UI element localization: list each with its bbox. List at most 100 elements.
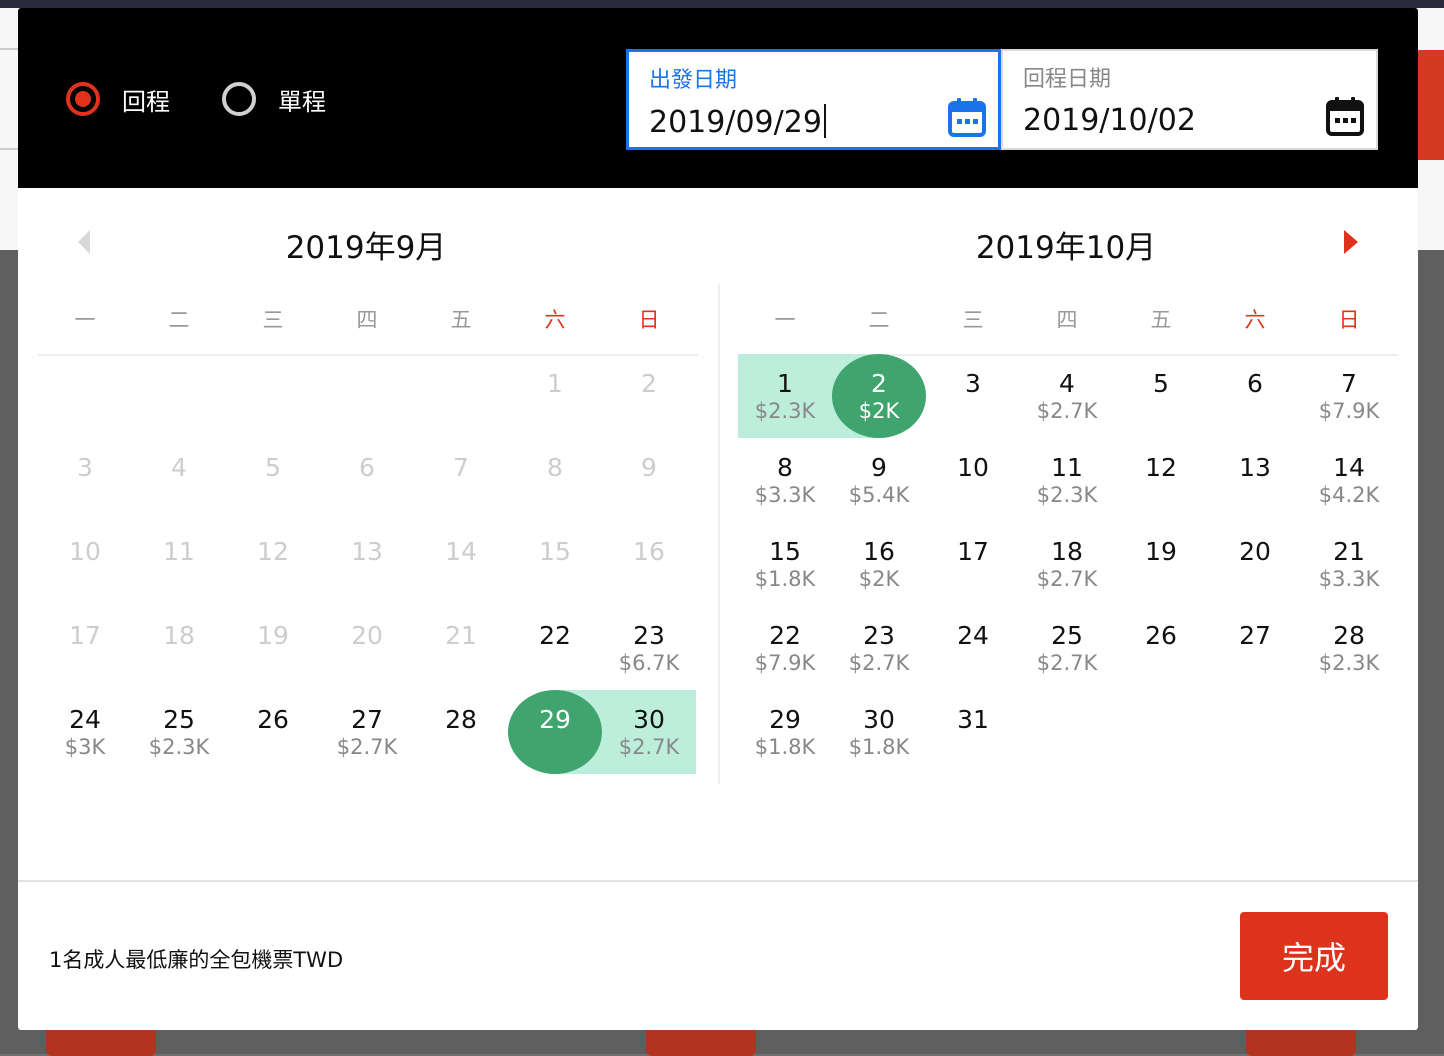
weekday-label: 一 bbox=[74, 308, 96, 332]
footer-divider bbox=[18, 880, 1418, 882]
next-month-arrow-icon[interactable] bbox=[1344, 230, 1358, 254]
day-cell[interactable]: 20 bbox=[1208, 522, 1302, 606]
day-cell[interactable]: 10 bbox=[926, 438, 1020, 522]
day-cell[interactable]: 23 $2.7K bbox=[832, 606, 926, 690]
day-cell[interactable]: 22 bbox=[508, 606, 602, 690]
day-cell: 12 bbox=[226, 522, 320, 606]
day-number: 17 bbox=[957, 537, 989, 566]
departure-date-label: 出發日期 bbox=[649, 68, 738, 93]
day-cell[interactable]: 16 $2K bbox=[832, 522, 926, 606]
day-number: 10 bbox=[957, 453, 989, 482]
day-cell[interactable]: 31 bbox=[926, 690, 1020, 774]
day-number: 31 bbox=[957, 705, 989, 734]
calendar-icon[interactable] bbox=[948, 97, 986, 137]
day-number: 6 bbox=[359, 453, 375, 482]
calendar-icon[interactable] bbox=[1326, 96, 1364, 136]
day-price: $3.3K bbox=[1318, 567, 1380, 591]
day-cell: 2 bbox=[602, 354, 696, 438]
day-cell[interactable]: 4 $2.7K bbox=[1020, 354, 1114, 438]
day-number: 5 bbox=[1153, 369, 1169, 398]
day-cell[interactable]: 5 bbox=[1114, 354, 1208, 438]
day-cell[interactable]: 30 $2.7K bbox=[602, 690, 696, 774]
day-number: 29 bbox=[769, 705, 801, 734]
day-number: 30 bbox=[633, 705, 665, 734]
backdrop-divider bbox=[0, 48, 18, 50]
day-cell: 11 bbox=[132, 522, 226, 606]
day-cell[interactable]: 12 bbox=[1114, 438, 1208, 522]
day-price: $2K bbox=[858, 567, 900, 591]
day-number: 22 bbox=[769, 621, 801, 650]
day-number: 8 bbox=[547, 453, 563, 482]
day-cell[interactable]: 22 $7.9K bbox=[738, 606, 832, 690]
day-cell[interactable]: 24 bbox=[926, 606, 1020, 690]
day-cell: 7 bbox=[414, 438, 508, 522]
day-cell[interactable]: 15 $1.8K bbox=[738, 522, 832, 606]
day-number: 2 bbox=[871, 369, 887, 398]
day-cell[interactable]: 29 bbox=[508, 690, 602, 774]
day-cell[interactable]: 29 $1.8K bbox=[738, 690, 832, 774]
day-number: 8 bbox=[777, 453, 793, 482]
day-cell[interactable]: 18 $2.7K bbox=[1020, 522, 1114, 606]
day-cell: 1 bbox=[508, 354, 602, 438]
day-cell[interactable]: 13 bbox=[1208, 438, 1302, 522]
day-price: $1.8K bbox=[848, 735, 910, 759]
day-cell[interactable]: 8 $3.3K bbox=[738, 438, 832, 522]
day-cell[interactable]: 9 $5.4K bbox=[832, 438, 926, 522]
day-cell[interactable]: 27 $2.7K bbox=[320, 690, 414, 774]
day-cell[interactable]: 30 $1.8K bbox=[832, 690, 926, 774]
day-cell[interactable]: 23 $6.7K bbox=[602, 606, 696, 690]
day-number: 18 bbox=[163, 621, 195, 650]
radio-one-way[interactable]: 單程 bbox=[222, 78, 326, 120]
backdrop-divider bbox=[0, 148, 18, 150]
day-number: 1 bbox=[547, 369, 563, 398]
day-cell[interactable]: 24 $3K bbox=[38, 690, 132, 774]
day-number: 6 bbox=[1247, 369, 1263, 398]
day-price: $2.7K bbox=[1036, 399, 1098, 423]
day-cell[interactable]: 7 $7.9K bbox=[1302, 354, 1396, 438]
weekday-label: 日 bbox=[1338, 308, 1360, 332]
day-cell[interactable]: 28 $2.3K bbox=[1302, 606, 1396, 690]
day-cell[interactable]: 25 $2.7K bbox=[1020, 606, 1114, 690]
done-button[interactable]: 完成 bbox=[1240, 912, 1388, 1000]
day-number: 23 bbox=[863, 621, 895, 650]
day-cell[interactable]: 19 bbox=[1114, 522, 1208, 606]
month-divider bbox=[718, 284, 720, 784]
day-price: $2.7K bbox=[1036, 651, 1098, 675]
prev-month-arrow-icon[interactable] bbox=[78, 230, 90, 254]
day-cell[interactable]: 17 bbox=[926, 522, 1020, 606]
day-cell[interactable]: 25 $2.3K bbox=[132, 690, 226, 774]
day-price: $7.9K bbox=[754, 651, 816, 675]
day-cell[interactable]: 26 bbox=[226, 690, 320, 774]
month-title-september: 2019年9月 bbox=[285, 230, 447, 266]
day-number: 23 bbox=[633, 621, 665, 650]
radio-round-trip[interactable]: 回程 bbox=[66, 78, 170, 120]
day-cell[interactable]: 1 $2.3K bbox=[738, 354, 832, 438]
day-cell[interactable]: 3 bbox=[926, 354, 1020, 438]
day-number: 9 bbox=[641, 453, 657, 482]
departure-date-value[interactable]: 2019/09/29 bbox=[649, 104, 826, 140]
day-cell[interactable]: 14 $4.2K bbox=[1302, 438, 1396, 522]
day-cell: 14 bbox=[414, 522, 508, 606]
departure-date-field[interactable]: 出發日期 2019/09/29 bbox=[626, 49, 1001, 150]
day-number: 24 bbox=[957, 621, 989, 650]
day-cell: 20 bbox=[320, 606, 414, 690]
day-cell: 19 bbox=[226, 606, 320, 690]
day-cell[interactable]: 11 $2.3K bbox=[1020, 438, 1114, 522]
return-date-value[interactable]: 2019/10/02 bbox=[1023, 103, 1196, 138]
weekday-label: 四 bbox=[1056, 308, 1078, 332]
day-price: $2.7K bbox=[1036, 567, 1098, 591]
day-cell[interactable]: 2 $2K bbox=[832, 354, 926, 438]
return-date-field[interactable]: 回程日期 2019/10/02 bbox=[1001, 49, 1378, 150]
weekday-label: 一 bbox=[774, 308, 796, 332]
day-cell[interactable]: 28 bbox=[414, 690, 508, 774]
day-cell: 4 bbox=[132, 438, 226, 522]
day-cell[interactable]: 27 bbox=[1208, 606, 1302, 690]
day-price: $5.4K bbox=[848, 483, 910, 507]
day-number: 20 bbox=[351, 621, 383, 650]
day-number: 27 bbox=[351, 705, 383, 734]
day-cell[interactable]: 26 bbox=[1114, 606, 1208, 690]
day-cell[interactable]: 6 bbox=[1208, 354, 1302, 438]
day-cell[interactable]: 21 $3.3K bbox=[1302, 522, 1396, 606]
day-number: 7 bbox=[1341, 369, 1357, 398]
day-cell: 13 bbox=[320, 522, 414, 606]
